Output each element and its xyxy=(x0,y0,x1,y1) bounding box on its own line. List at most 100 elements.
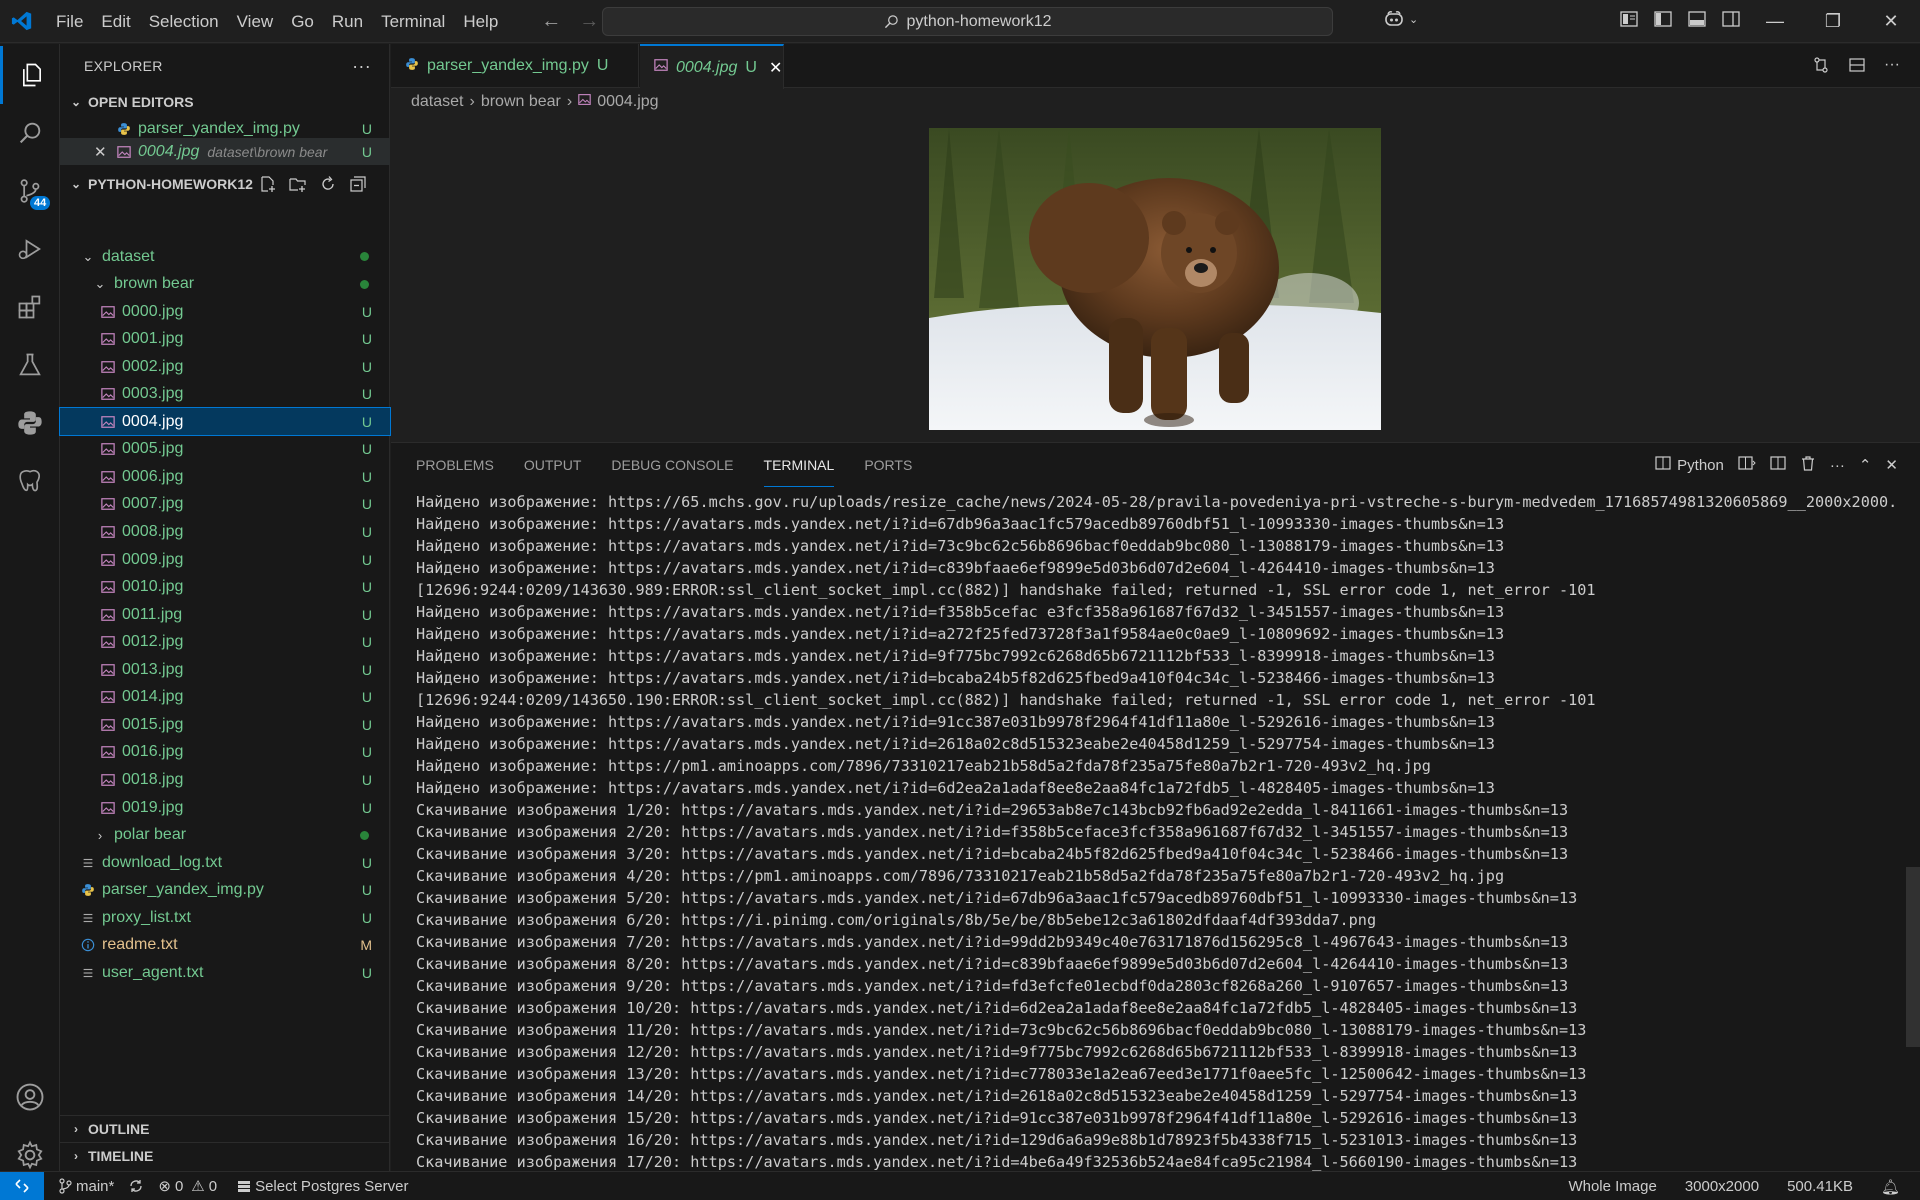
tree-file[interactable]: 0015.jpg U xyxy=(60,711,390,738)
tree-file[interactable]: 0018.jpg U xyxy=(60,766,390,793)
remote-indicator-icon[interactable] xyxy=(0,1171,44,1200)
tree-file[interactable]: 0003.jpg U xyxy=(60,381,390,408)
tree-file[interactable]: 0019.jpg U xyxy=(60,794,390,821)
menu-edit[interactable]: Edit xyxy=(92,0,139,43)
split-terminal-icon[interactable] xyxy=(1738,455,1756,475)
explorer-icon[interactable] xyxy=(0,46,60,104)
close-icon[interactable]: ✕ xyxy=(94,143,107,161)
tree-file[interactable]: download_log.txt U xyxy=(60,849,390,876)
minimize-icon[interactable]: — xyxy=(1746,0,1804,43)
tree-file[interactable]: 0006.jpg U xyxy=(60,463,390,490)
customize-layout-icon[interactable] xyxy=(1620,10,1640,30)
open-editors-header[interactable]: ⌄ OPEN EDITORS xyxy=(60,88,390,115)
tree-file[interactable]: 0007.jpg U xyxy=(60,491,390,518)
terminal-shell-label[interactable]: Python xyxy=(1677,457,1724,474)
tree-file[interactable]: 0014.jpg U xyxy=(60,684,390,711)
refresh-icon[interactable] xyxy=(318,174,338,194)
tree-folder[interactable]: ⌄ brown bear xyxy=(60,271,390,298)
tree-file[interactable]: proxy_list.txt U xyxy=(60,904,390,931)
tree-file[interactable]: parser_yandex_img.py U xyxy=(60,877,390,904)
tree-file[interactable]: 0008.jpg U xyxy=(60,519,390,546)
menu-selection[interactable]: Selection xyxy=(140,0,228,43)
terminal-output[interactable]: Найдено изображение: https://65.mchs.gov… xyxy=(416,491,1896,1171)
problems-indicator[interactable]: ⊗ 0 ⚠ 0 xyxy=(158,1177,217,1196)
tree-file[interactable]: 0005.jpg U xyxy=(60,436,390,463)
terminal-scrollbar[interactable] xyxy=(1906,867,1920,1047)
tree-file[interactable]: 0013.jpg U xyxy=(60,656,390,683)
terminal-line: Скачивание изображения 1/20: https://ava… xyxy=(416,801,1569,819)
panel-tab-terminal[interactable]: TERMINAL xyxy=(763,443,835,487)
tree-folder[interactable]: › polar bear xyxy=(60,822,390,849)
extensions-icon[interactable] xyxy=(0,278,60,336)
search-view-icon[interactable] xyxy=(0,104,60,162)
forward-arrow-icon[interactable]: → xyxy=(579,10,599,33)
close-window-icon[interactable]: ✕ xyxy=(1862,0,1920,43)
close-tab-icon[interactable]: ✕ xyxy=(769,58,782,78)
restore-icon[interactable]: ❐ xyxy=(1804,0,1862,43)
tab-parser-yandex-img[interactable]: parser_yandex_img.py U xyxy=(391,44,639,88)
panel-tab-debug-console[interactable]: DEBUG CONSOLE xyxy=(611,443,733,487)
tree-file[interactable]: 0012.jpg U xyxy=(60,629,390,656)
postgres-selector[interactable]: Select Postgres Server xyxy=(237,1178,408,1195)
maximize-panel-icon[interactable]: ⌃ xyxy=(1859,456,1872,474)
scm-badge: 44 xyxy=(30,196,51,210)
testing-flask-icon[interactable] xyxy=(0,336,60,394)
toggle-panel-icon[interactable] xyxy=(1688,10,1708,30)
more-actions-icon[interactable]: ··· xyxy=(1830,457,1845,474)
tree-file[interactable]: 0011.jpg U xyxy=(60,601,390,628)
panel-tab-output[interactable]: OUTPUT xyxy=(524,443,582,487)
database-icon xyxy=(238,1181,251,1192)
split-editor-icon[interactable] xyxy=(1848,56,1866,79)
breadcrumb-file[interactable]: 0004.jpg xyxy=(597,93,658,111)
tree-folder[interactable]: ⌄ dataset xyxy=(60,243,390,270)
menu-terminal[interactable]: Terminal xyxy=(372,0,454,43)
close-panel-icon[interactable]: ✕ xyxy=(1885,456,1898,474)
panel-tab-problems[interactable]: PROBLEMS xyxy=(416,443,494,487)
new-folder-icon[interactable] xyxy=(288,174,308,194)
open-changes-icon[interactable] xyxy=(1812,56,1830,79)
tree-file[interactable]: 0001.jpg U xyxy=(60,326,390,353)
timeline-section[interactable]: › TIMELINE xyxy=(60,1142,390,1169)
more-actions-icon[interactable]: ··· xyxy=(352,44,371,88)
open-editor-item[interactable]: ✕ 0004.jpg dataset\brown bear U xyxy=(60,138,390,165)
run-debug-icon[interactable] xyxy=(0,220,60,278)
tab-0004-jpg[interactable]: 0004.jpg U ✕ xyxy=(640,44,784,89)
panel-tab-ports[interactable]: PORTS xyxy=(864,443,912,487)
project-header[interactable]: ⌄ PYTHON-HOMEWORK12 xyxy=(60,170,390,197)
menu-file[interactable]: File xyxy=(47,0,92,43)
menu-help[interactable]: Help xyxy=(454,0,507,43)
python-icon[interactable] xyxy=(0,394,60,452)
sync-icon[interactable] xyxy=(128,1178,144,1194)
tree-file[interactable]: user_agent.txt U xyxy=(60,959,390,986)
branch-indicator[interactable]: main* xyxy=(58,1178,114,1195)
tree-file[interactable]: 0009.jpg U xyxy=(60,546,390,573)
menu-run[interactable]: Run xyxy=(323,0,372,43)
breadcrumb-brown-bear[interactable]: brown bear xyxy=(481,93,561,111)
more-actions-icon[interactable]: ··· xyxy=(1884,56,1900,79)
tree-file[interactable]: readme.txt M xyxy=(60,932,390,959)
tree-file[interactable]: 0002.jpg U xyxy=(60,353,390,380)
tree-file[interactable]: 0016.jpg U xyxy=(60,739,390,766)
menu-view[interactable]: View xyxy=(228,0,283,43)
tree-file[interactable]: 0010.jpg U xyxy=(60,574,390,601)
trash-icon[interactable] xyxy=(1800,455,1816,475)
tree-file[interactable]: 0000.jpg U xyxy=(60,298,390,325)
command-center-search[interactable]: python-homework12 xyxy=(602,7,1333,36)
back-arrow-icon[interactable]: ← xyxy=(541,10,561,33)
toggle-sidebar-icon[interactable] xyxy=(1654,10,1674,30)
copilot-button[interactable]: ⌄ xyxy=(1383,10,1418,28)
accounts-icon[interactable] xyxy=(0,1068,60,1126)
menu-go[interactable]: Go xyxy=(282,0,323,43)
tree-file[interactable]: 0004.jpg U xyxy=(59,407,391,437)
breadcrumb-dataset[interactable]: dataset xyxy=(411,93,463,111)
split-panel-icon[interactable] xyxy=(1770,455,1786,475)
outline-section[interactable]: › OUTLINE xyxy=(60,1115,390,1142)
postgres-elephant-icon[interactable] xyxy=(0,452,60,510)
toggle-secondary-sidebar-icon[interactable] xyxy=(1722,10,1742,30)
collapse-all-icon[interactable] xyxy=(348,174,368,194)
brown-bear-image[interactable] xyxy=(929,128,1381,430)
zoom-level[interactable]: Whole Image xyxy=(1568,1178,1656,1195)
notifications-bell-icon[interactable]: 🔔︎ xyxy=(1881,1178,1900,1196)
source-control-icon[interactable] xyxy=(0,162,60,220)
new-file-icon[interactable] xyxy=(258,174,278,194)
